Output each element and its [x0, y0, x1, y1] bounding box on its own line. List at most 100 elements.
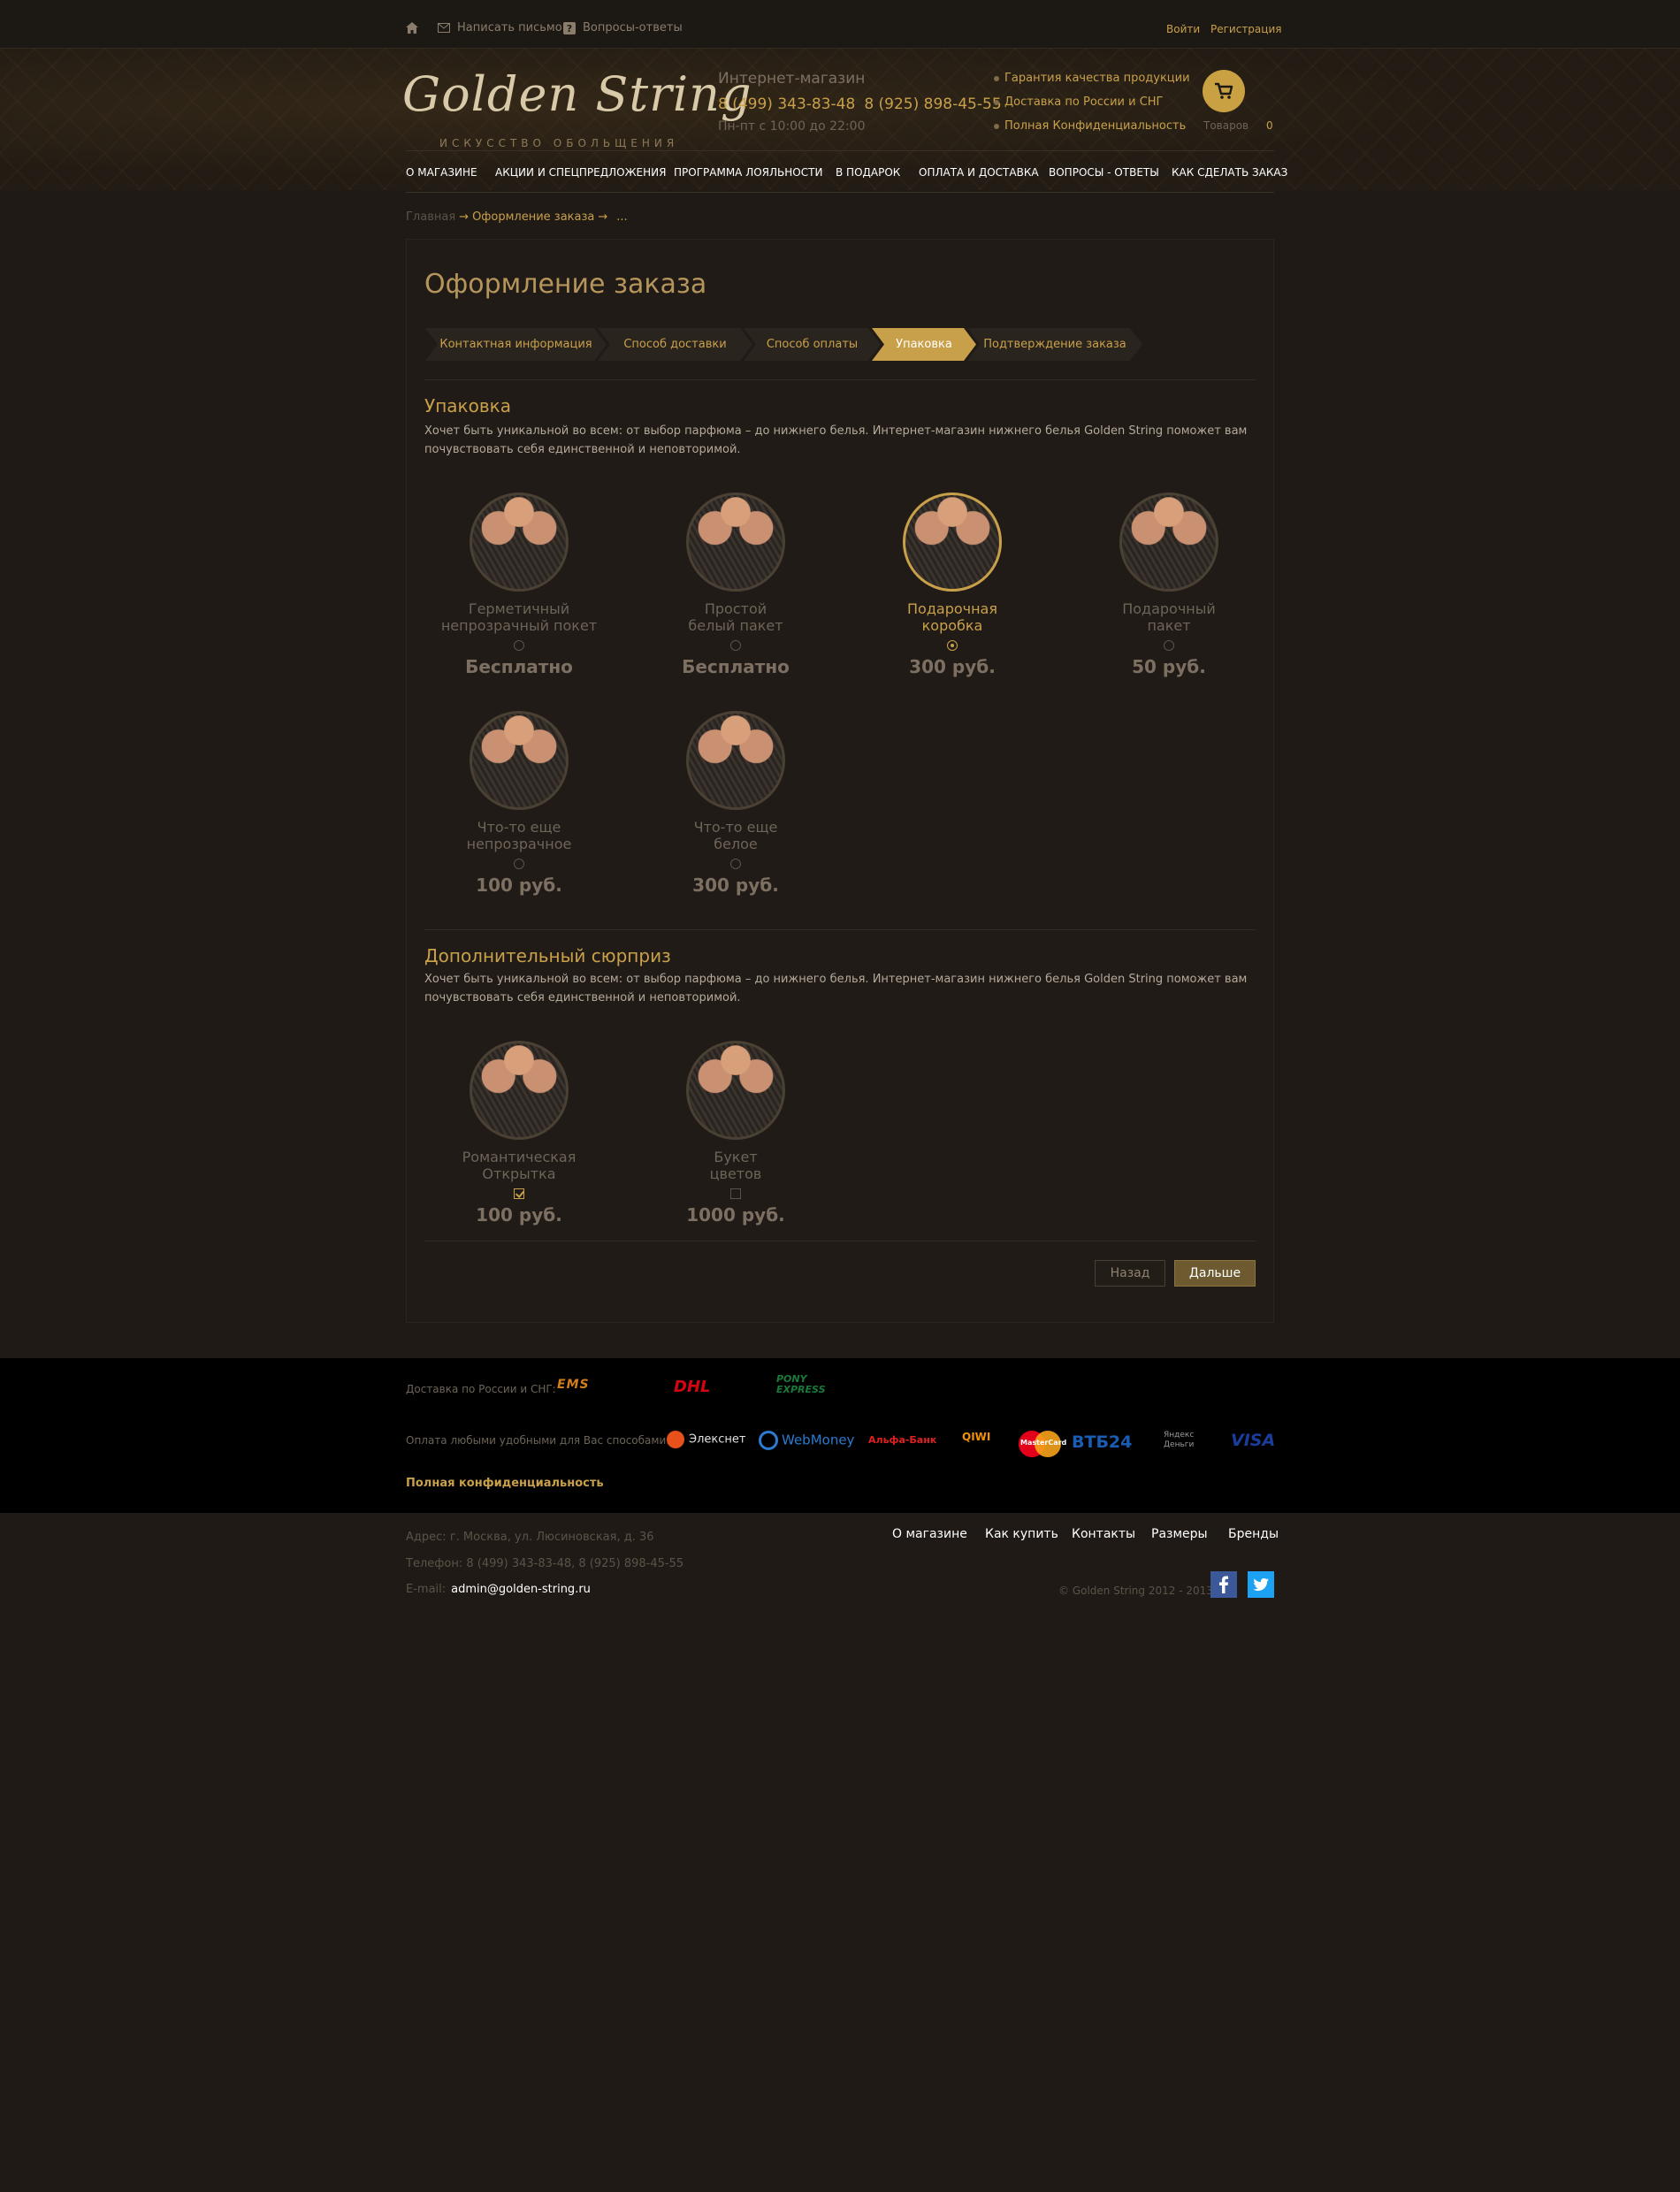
packaging-title: Упаковка [424, 395, 511, 416]
main-nav: О МАГАЗИНЕ АКЦИИ И СПЕЦПРЕДЛОЖЕНИЯ ПРОГР… [406, 150, 1287, 193]
step-contact[interactable]: Контактная информация [425, 328, 607, 361]
breadcrumb-home[interactable]: Главная [406, 210, 455, 224]
option-radio[interactable] [730, 640, 741, 651]
cart-count: 0 [1266, 119, 1273, 132]
packaging-option[interactable]: Что-то еще непрозрачное 100 руб. [439, 711, 599, 896]
packaging-image[interactable] [470, 711, 569, 810]
packaging-image[interactable] [686, 711, 785, 810]
step-payment[interactable]: Способ оплаты [744, 328, 881, 361]
hours: Пн-пт с 10:00 до 22:00 [718, 119, 866, 134]
step-packaging[interactable]: Упаковка [872, 328, 976, 361]
nav-promotions[interactable]: АКЦИИ И СПЕЦПРЕДЛОЖЕНИЯ [495, 166, 666, 179]
ems-logo: EMS [557, 1378, 590, 1392]
option-name: Букет цветов [709, 1149, 762, 1182]
login-link[interactable]: Войти [1166, 23, 1200, 35]
option-name: Простой белый пакет [688, 600, 783, 634]
faq-link[interactable]: ? Вопросы-ответы [563, 21, 683, 34]
feature-delivery[interactable]: Доставка по России и СНГ [994, 95, 1190, 119]
breadcrumb-current[interactable]: Оформление заказа [472, 210, 594, 224]
vtb24-logo: ВТБ24 [1072, 1432, 1133, 1452]
divider [424, 929, 1256, 930]
footer-link-contacts[interactable]: Контакты [1072, 1527, 1135, 1541]
surprise-option[interactable]: Букет цветов 1000 руб. [656, 1041, 815, 1226]
page-title: Оформление заказа [424, 269, 707, 300]
confidentiality-link[interactable]: Полная конфиденциальность [406, 1477, 604, 1490]
packaging-image[interactable] [1119, 493, 1218, 592]
email-link[interactable]: admin@golden-string.ru [451, 1583, 591, 1596]
packaging-option[interactable]: Что-то еще белое 300 руб. [656, 711, 815, 896]
yandex-money-logo: Яндекс Деньги [1164, 1431, 1195, 1449]
phone-2: 8 (925) 898-45-55 [864, 95, 1002, 113]
copyright: © Golden String 2012 - 2013 [1058, 1585, 1213, 1597]
cart-icon [1215, 82, 1233, 99]
nav-gift[interactable]: В ПОДАРОК [836, 166, 900, 179]
mastercard-logo: MasterCard [1019, 1431, 1066, 1457]
surprise-image[interactable] [470, 1041, 569, 1140]
write-letter-link[interactable]: Написать письмо [438, 21, 562, 34]
nav-how-to-order[interactable]: КАК СДЕЛАТЬ ЗАКАЗ [1172, 166, 1287, 179]
faq-label: Вопросы-ответы [583, 21, 683, 34]
footer-link-how-to-buy[interactable]: Как купить [985, 1527, 1058, 1541]
logo[interactable]: Golden String ИСКУССТВО ОБОЛЬЩЕНИЯ [402, 66, 752, 155]
option-checkbox-checked[interactable] [514, 1188, 524, 1199]
pony-express-logo: PONY EXPRESS [776, 1373, 826, 1395]
nav-about[interactable]: О МАГАЗИНЕ [406, 166, 477, 179]
home-icon [406, 22, 418, 34]
option-price: 1000 руб. [686, 1204, 785, 1226]
packaging-option-selected[interactable]: Подарочная коробка 300 руб. [873, 493, 1032, 677]
logo-text: Golden String [402, 66, 752, 122]
qiwi-logo: QIWI [962, 1431, 991, 1443]
page: Написать письмо ? Вопросы-ответы Войти Ре… [0, 0, 1680, 2192]
nav-loyalty[interactable]: ПРОГРАММА ЛОЯЛЬНОСТИ [674, 166, 822, 179]
features-list: Гарантия качества продукции Доставка по … [994, 72, 1190, 143]
cart-button[interactable] [1203, 70, 1245, 112]
mail-icon [438, 23, 450, 33]
register-link[interactable]: Регистрация [1210, 23, 1281, 35]
feature-confidentiality[interactable]: Полная Конфиденциальность [994, 119, 1190, 143]
packaging-image[interactable] [686, 493, 785, 592]
option-radio[interactable] [1164, 640, 1174, 651]
delivery-label: Доставка по России и СНГ: [406, 1383, 556, 1395]
packaging-option[interactable]: Подарочный пакет 50 руб. [1089, 493, 1249, 677]
step-confirmation[interactable]: Подтверждение заказа [967, 328, 1142, 361]
packaging-option[interactable]: Герметичный непрозрачный покет Бесплатно [439, 493, 599, 677]
twitter-icon[interactable] [1248, 1571, 1274, 1598]
breadcrumb: Главная → Оформление заказа →... [406, 210, 628, 224]
option-radio-checked[interactable] [947, 640, 958, 651]
packaging-option[interactable]: Простой белый пакет Бесплатно [656, 493, 815, 677]
footer-bottom: Адрес: г. Москва, ул. Люсиновская, д. 36… [0, 1513, 1680, 2192]
surprise-image[interactable] [686, 1041, 785, 1140]
phone-1: 8 (499) 343-83-48 [718, 95, 856, 113]
option-radio[interactable] [730, 859, 741, 869]
svg-text:?: ? [567, 23, 572, 34]
surprise-option[interactable]: Романтическая Открытка 100 руб. [439, 1041, 599, 1226]
option-price: Бесплатно [465, 656, 573, 677]
phones: 8 (499) 343-83-48 8 (925) 898-45-55 [718, 95, 1002, 113]
option-name: Романтическая Открытка [462, 1149, 577, 1182]
nav-faq[interactable]: ВОПРОСЫ - ОТВЕТЫ [1049, 166, 1159, 179]
back-button[interactable]: Назад [1095, 1260, 1165, 1287]
next-button[interactable]: Дальше [1174, 1260, 1256, 1287]
footer-link-about[interactable]: О магазине [892, 1527, 967, 1541]
shop-title: Интернет-магазин [718, 70, 866, 88]
nav-payment-delivery[interactable]: ОПЛАТА И ДОСТАВКА [919, 166, 1039, 179]
option-price: 100 руб. [476, 1204, 562, 1226]
alfabank-logo: Альфа-Банк [868, 1434, 937, 1446]
home-link[interactable] [406, 21, 425, 34]
facebook-icon[interactable] [1210, 1571, 1237, 1598]
option-checkbox[interactable] [730, 1188, 741, 1199]
logo-tagline: ИСКУССТВО ОБОЛЬЩЕНИЯ [439, 137, 679, 149]
option-name: Подарочный пакет [1122, 600, 1216, 634]
footer-link-brands[interactable]: Бренды [1228, 1527, 1279, 1541]
packaging-image[interactable] [470, 493, 569, 592]
packaging-image[interactable] [903, 493, 1002, 592]
visa-logo: VISA [1231, 1431, 1276, 1450]
option-price: 50 руб. [1132, 656, 1206, 677]
feature-quality[interactable]: Гарантия качества продукции [994, 72, 1190, 95]
option-radio[interactable] [514, 859, 524, 869]
eleksnet-logo: Элекснет [667, 1431, 745, 1448]
footer-link-sizes[interactable]: Размеры [1151, 1527, 1208, 1541]
option-radio[interactable] [514, 640, 524, 651]
cart-label: Товаров [1203, 119, 1249, 132]
step-delivery[interactable]: Способ доставки [598, 328, 752, 361]
